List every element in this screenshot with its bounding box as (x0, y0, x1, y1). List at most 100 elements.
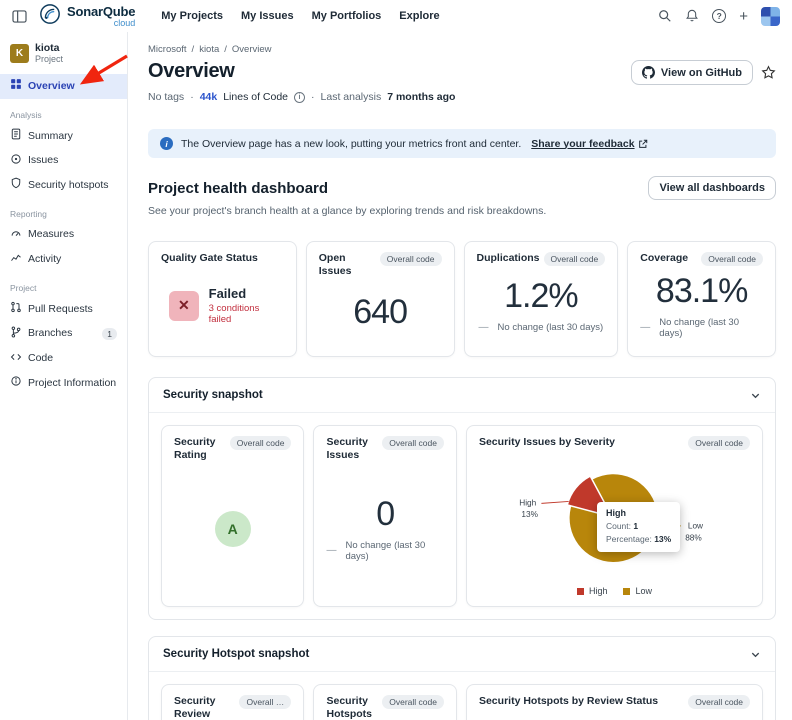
trend-dash: — (326, 545, 337, 557)
trend-dash: — (640, 322, 651, 333)
security-snapshot-section: Security snapshot Security Rating Overal… (148, 377, 776, 620)
view-on-github-button[interactable]: View on GitHub (630, 60, 753, 85)
security-review-rating-card[interactable]: Security Review Rating Overall code (161, 684, 305, 720)
git-branch-icon (10, 326, 22, 343)
hotspot-snapshot-header[interactable]: Security Hotspot snapshot (149, 637, 775, 672)
lines-of-code-value[interactable]: 44k (200, 91, 218, 103)
sidebar-item-label: Pull Requests (28, 302, 93, 315)
create-plus-icon[interactable]: + (739, 9, 748, 24)
share-feedback-link[interactable]: Share your feedback (531, 138, 647, 150)
sidebar-item-activity[interactable]: Activity (0, 248, 127, 273)
open-issues-value[interactable]: 640 (353, 295, 408, 329)
quality-gate-card[interactable]: Quality Gate Status ✕ Failed 3 condition… (148, 241, 297, 357)
sidebar-toggle-icon[interactable] (12, 9, 27, 23)
chart-legend: High Low (479, 586, 750, 596)
coverage-value[interactable]: 83.1% (656, 274, 748, 308)
security-hotspots-card[interactable]: Security Hotspots Overall code (313, 684, 457, 720)
tooltip-pct-row: Percentage: 13% (606, 533, 671, 546)
dashboard-title: Project health dashboard (148, 179, 329, 197)
legend-swatch-low (623, 587, 631, 595)
security-rating-value[interactable]: A (214, 511, 251, 548)
sidebar-item-overview[interactable]: Overview (0, 74, 127, 100)
breadcrumb-item-kiota[interactable]: kiota (199, 44, 219, 55)
severity-pie-chart: High 13% Low 88% High Count: 1 Percentag… (479, 454, 750, 584)
security-issues-by-severity-card: Security Issues by Severity Overall code… (465, 425, 763, 607)
security-issues-trend: — No change (last 30 days) (326, 540, 443, 562)
open-issues-card[interactable]: Open Issues Overall code 640 (305, 241, 455, 357)
project-avatar: K (10, 43, 29, 63)
failed-x-icon: ✕ (169, 290, 199, 321)
duplications-card[interactable]: Duplications Overall code 1.2% — No chan… (463, 241, 619, 357)
body-wrap: K kiota Project Overview Analysis Summar… (0, 32, 792, 720)
github-button-label: View on GitHub (660, 66, 742, 79)
code-brackets-icon (10, 351, 22, 368)
share-feedback-label: Share your feedback (531, 137, 635, 150)
security-rating-card[interactable]: Security Rating Overall code A (161, 425, 305, 607)
tooltip-pct-label: Percentage: (605, 533, 652, 544)
security-issues-card[interactable]: Security Issues Overall code 0 — No chan… (313, 425, 457, 607)
duplications-value[interactable]: 1.2% (504, 279, 578, 313)
security-snapshot-header[interactable]: Security snapshot (149, 378, 775, 413)
branches-count-badge: 1 (102, 328, 117, 341)
overall-code-badge: Overall code (543, 252, 606, 266)
chevron-down-icon (751, 393, 760, 398)
sidebar-item-measures[interactable]: Measures (0, 223, 127, 248)
main-content: Microsoft / kiota / Overview Overview Vi… (128, 32, 792, 720)
nav-right-cluster: ? + (658, 6, 780, 26)
nav-my-issues[interactable]: My Issues (241, 10, 294, 22)
favorite-star-icon[interactable] (761, 65, 776, 80)
sidebar-item-code[interactable]: Code (0, 347, 127, 372)
legend-item-high[interactable]: High (576, 586, 607, 596)
sidebar-item-project-information[interactable]: Project Information (0, 371, 127, 396)
sidebar-item-label: Activity (28, 253, 62, 266)
low-callout-label: Low (688, 522, 703, 531)
sidebar-item-label: Branches (28, 327, 73, 340)
legend-label: Low (635, 586, 652, 596)
nav-my-portfolios[interactable]: My Portfolios (312, 10, 382, 22)
sonarqube-logo[interactable]: SonarQube cloud (39, 3, 135, 30)
sidebar-item-pull-requests[interactable]: Pull Requests (0, 297, 127, 322)
sidebar-item-summary[interactable]: Summary (0, 124, 127, 149)
banner-text: The Overview page has a new look, puttin… (181, 137, 522, 150)
last-analysis-label: Last analysis (320, 91, 382, 103)
card-title: Security Issues (326, 436, 368, 462)
sidebar-item-branches[interactable]: Branches 1 (0, 322, 127, 347)
summary-document-icon (10, 128, 22, 145)
legend-item-low[interactable]: Low (623, 586, 652, 596)
last-analysis-value: 7 months ago (387, 91, 456, 103)
banner-info-icon: i (160, 137, 173, 150)
search-icon[interactable] (658, 9, 672, 23)
sidebar-item-issues[interactable]: Issues (0, 149, 127, 174)
card-title: Security Review Rating (174, 695, 216, 720)
view-all-dashboards-button[interactable]: View all dashboards (648, 176, 776, 200)
card-title: Open Issues (318, 252, 352, 278)
legend-swatch-high (576, 587, 584, 595)
help-icon[interactable]: ? (712, 9, 727, 23)
loc-info-icon[interactable]: i (294, 91, 306, 103)
security-issues-value[interactable]: 0 (376, 497, 395, 531)
no-tags-label: No tags (148, 91, 185, 103)
coverage-card[interactable]: Coverage Overall code 83.1% — No change … (627, 241, 776, 357)
overall-code-badge: Overall code (688, 436, 750, 450)
sidebar-item-label: Issues (28, 154, 59, 167)
page-title: Overview (148, 60, 235, 82)
overall-code-badge: Overall code (382, 436, 444, 450)
high-callout-label: High (519, 498, 536, 507)
meta-dot: · (190, 91, 194, 103)
gauge-icon (10, 227, 22, 244)
sidebar-item-label: Code (28, 352, 54, 365)
nav-explore[interactable]: Explore (399, 10, 439, 22)
quality-gate-status: Failed (208, 286, 247, 302)
card-title: Duplications (476, 252, 540, 264)
overall-code-badge: Overall code (382, 695, 444, 709)
chart-tooltip: High Count: 1 Percentage: 13% (596, 502, 681, 552)
breadcrumb: Microsoft / kiota / Overview (148, 44, 776, 55)
project-meta-row: No tags · 44k Lines of Code i · Last ana… (148, 91, 776, 103)
sidebar-section-analysis: Analysis (10, 110, 42, 121)
user-avatar[interactable] (761, 6, 780, 26)
notifications-bell-icon[interactable] (685, 9, 699, 23)
breadcrumb-item-microsoft[interactable]: Microsoft (148, 44, 187, 55)
sidebar-item-security-hotspots[interactable]: Security hotspots (0, 173, 127, 198)
external-link-icon (638, 139, 647, 148)
nav-my-projects[interactable]: My Projects (161, 10, 223, 22)
